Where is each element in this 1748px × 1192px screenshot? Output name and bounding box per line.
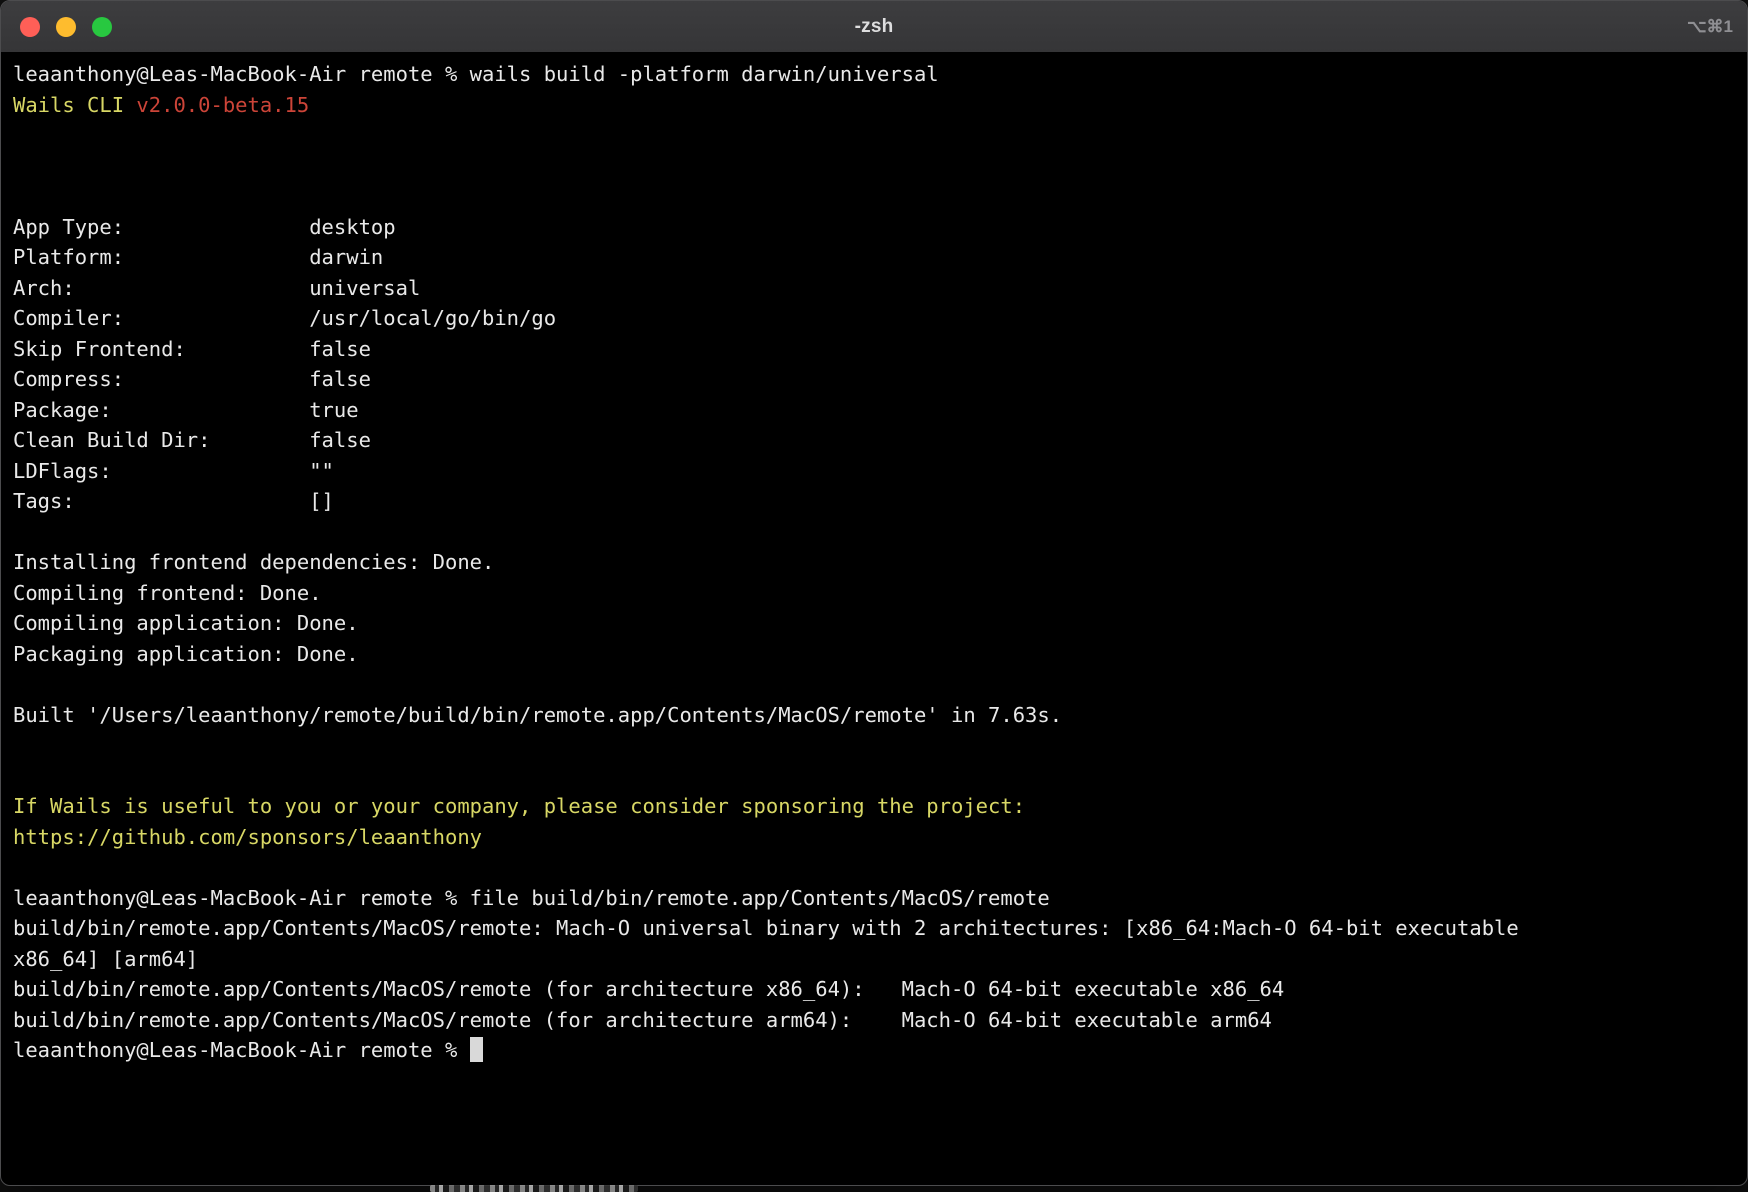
terminal-text: x86_64] [arm64] [13,947,198,971]
terminal-line [13,852,1735,883]
terminal-line: x86_64] [arm64] [13,944,1735,975]
titlebar[interactable]: -zsh ⌥⌘1 [1,1,1747,53]
zoom-button[interactable] [92,17,112,37]
terminal-text: https://github.com/sponsors/leaanthony [13,825,482,849]
terminal-text: Arch: universal [13,276,420,300]
terminal-window: -zsh ⌥⌘1 leaanthony@Leas-MacBook-Air rem… [0,0,1748,1186]
terminal-line: Packaging application: Done. [13,639,1735,670]
terminal-text: Installing frontend dependencies: Done. [13,550,494,574]
terminal-line: Compiling application: Done. [13,608,1735,639]
terminal-text: leaanthony@Leas-MacBook-Air remote % fil… [13,886,1050,910]
terminal-line: build/bin/remote.app/Contents/MacOS/remo… [13,913,1735,944]
window-shortcut-hint: ⌥⌘1 [1687,1,1733,53]
terminal-line: leaanthony@Leas-MacBook-Air remote % [13,1035,1735,1066]
terminal-line: Platform: darwin [13,242,1735,273]
terminal-line: build/bin/remote.app/Contents/MacOS/remo… [13,1005,1735,1036]
terminal-line: https://github.com/sponsors/leaanthony [13,822,1735,853]
terminal-cursor [470,1037,483,1062]
terminal-line: leaanthony@Leas-MacBook-Air remote % wai… [13,59,1735,90]
terminal-line: LDFlags: "" [13,456,1735,487]
terminal-text: Wails CLI [13,93,136,117]
terminal-line: Installing frontend dependencies: Done. [13,547,1735,578]
terminal-line: Clean Build Dir: false [13,425,1735,456]
terminal-line: leaanthony@Leas-MacBook-Air remote % fil… [13,883,1735,914]
terminal-line [13,761,1735,792]
terminal-line [13,730,1735,761]
terminal-text: Platform: darwin [13,245,383,269]
terminal-line: Compress: false [13,364,1735,395]
background-window-sliver [430,1185,638,1192]
traffic-lights [20,17,112,37]
terminal-text: Compress: false [13,367,371,391]
terminal-line [13,181,1735,212]
terminal-line: Built '/Users/leaanthony/remote/build/bi… [13,700,1735,731]
terminal-text: build/bin/remote.app/Contents/MacOS/remo… [13,1008,1272,1032]
terminal-line: App Type: desktop [13,212,1735,243]
terminal-line [13,120,1735,151]
terminal-text: leaanthony@Leas-MacBook-Air remote % wai… [13,62,939,86]
terminal-text: v2.0.0-beta.15 [136,93,309,117]
terminal-output[interactable]: leaanthony@Leas-MacBook-Air remote % wai… [1,53,1747,1066]
terminal-text: Package: true [13,398,359,422]
terminal-text: App Type: desktop [13,215,396,239]
terminal-line: Skip Frontend: false [13,334,1735,365]
terminal-line: Compiling frontend: Done. [13,578,1735,609]
terminal-line [13,517,1735,548]
terminal-text: Packaging application: Done. [13,642,359,666]
minimize-button[interactable] [56,17,76,37]
terminal-text: Compiling application: Done. [13,611,359,635]
terminal-text: Compiling frontend: Done. [13,581,322,605]
terminal-text: LDFlags: "" [13,459,334,483]
terminal-line: Tags: [] [13,486,1735,517]
terminal-line [13,151,1735,182]
terminal-line: build/bin/remote.app/Contents/MacOS/remo… [13,974,1735,1005]
terminal-line [13,669,1735,700]
terminal-line: Wails CLI v2.0.0-beta.15 [13,90,1735,121]
terminal-text: If Wails is useful to you or your compan… [13,794,1025,818]
terminal-text: Clean Build Dir: false [13,428,371,452]
terminal-line: Compiler: /usr/local/go/bin/go [13,303,1735,334]
close-button[interactable] [20,17,40,37]
terminal-text: Built '/Users/leaanthony/remote/build/bi… [13,703,1062,727]
terminal-text: build/bin/remote.app/Contents/MacOS/remo… [13,916,1519,940]
terminal-line: Arch: universal [13,273,1735,304]
terminal-line: If Wails is useful to you or your compan… [13,791,1735,822]
terminal-line: Package: true [13,395,1735,426]
terminal-text: Skip Frontend: false [13,337,371,361]
terminal-text: Tags: [] [13,489,334,513]
terminal-text: build/bin/remote.app/Contents/MacOS/remo… [13,977,1284,1001]
terminal-text: leaanthony@Leas-MacBook-Air remote % [13,1038,470,1062]
terminal-text: Compiler: /usr/local/go/bin/go [13,306,556,330]
window-title: -zsh [1,16,1747,38]
